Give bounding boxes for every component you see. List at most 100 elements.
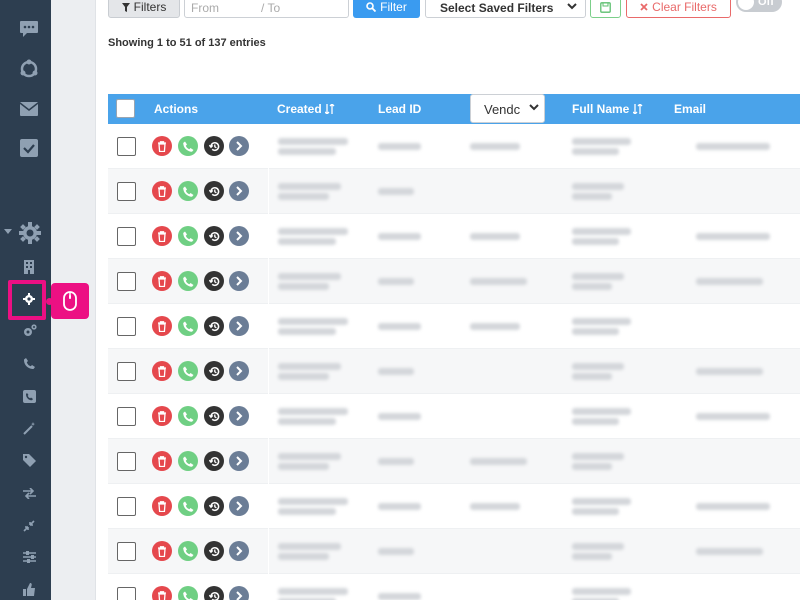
row-checkbox[interactable] [117, 362, 136, 381]
history-button[interactable] [204, 136, 224, 156]
open-lead-button[interactable] [229, 586, 249, 600]
building-icon[interactable] [24, 260, 34, 274]
row-checkbox[interactable] [117, 182, 136, 201]
delete-lead-button[interactable] [152, 496, 172, 516]
thumbs-up-icon[interactable] [23, 583, 36, 596]
open-lead-button[interactable] [229, 226, 249, 246]
history-button[interactable] [204, 226, 224, 246]
delete-lead-button[interactable] [152, 226, 172, 246]
filters-button[interactable]: Filters [108, 0, 180, 18]
row-checkbox[interactable] [117, 587, 136, 600]
redacted-cell-text [572, 453, 624, 460]
history-button[interactable] [204, 496, 224, 516]
redacted-cell-text [278, 498, 348, 505]
filters-toggle[interactable]: Off [736, 0, 782, 12]
row-checkbox[interactable] [117, 272, 136, 291]
table-row [108, 124, 800, 169]
row-checkbox[interactable] [117, 452, 136, 471]
redacted-cell-text [696, 413, 770, 420]
column-header-full-name[interactable]: Full Name [572, 94, 643, 124]
delete-lead-button[interactable] [152, 316, 172, 336]
call-lead-button[interactable] [178, 316, 198, 336]
row-checkbox[interactable] [117, 317, 136, 336]
call-lead-button[interactable] [178, 451, 198, 471]
date-range-input[interactable]: From / To [184, 0, 349, 18]
call-lead-button[interactable] [178, 181, 198, 201]
phone-icon[interactable] [24, 358, 35, 369]
vendor-filter-select[interactable]: Vendc [470, 94, 545, 123]
call-lead-button[interactable] [178, 226, 198, 246]
saved-filters-select[interactable]: Select Saved Filters [425, 0, 586, 18]
history-button[interactable] [204, 586, 224, 600]
column-header-lead-id[interactable]: Lead ID [378, 94, 421, 124]
history-button[interactable] [204, 181, 224, 201]
redacted-cell-text [278, 408, 348, 415]
call-lead-button[interactable] [178, 406, 198, 426]
select-all-checkbox[interactable] [116, 99, 135, 118]
date-from-placeholder: From [191, 1, 219, 15]
delete-lead-button[interactable] [152, 406, 172, 426]
open-lead-button[interactable] [229, 496, 249, 516]
exchange-icon[interactable] [23, 488, 36, 499]
chat-icon[interactable] [19, 20, 39, 38]
phone-square-icon[interactable] [23, 390, 36, 403]
call-lead-icon [182, 321, 193, 332]
delete-lead-button[interactable] [152, 361, 172, 381]
share-icon[interactable] [19, 59, 39, 79]
open-lead-button[interactable] [229, 316, 249, 336]
delete-lead-icon [158, 230, 166, 242]
compress-icon[interactable] [23, 520, 35, 532]
clear-filters-button[interactable]: Clear Filters [626, 0, 731, 18]
delete-lead-button[interactable] [152, 271, 172, 291]
save-filter-button[interactable] [590, 0, 621, 18]
mouse-click-callout [46, 283, 89, 319]
redacted-cell-text [278, 283, 329, 290]
open-lead-button[interactable] [229, 541, 249, 561]
open-lead-button[interactable] [229, 406, 249, 426]
call-lead-button[interactable] [178, 361, 198, 381]
row-checkbox[interactable] [117, 497, 136, 516]
redacted-cell-text [572, 228, 631, 235]
delete-lead-button[interactable] [152, 586, 172, 600]
row-checkbox[interactable] [117, 137, 136, 156]
open-lead-button[interactable] [229, 361, 249, 381]
call-lead-button[interactable] [178, 271, 198, 291]
open-lead-button[interactable] [229, 136, 249, 156]
tag-icon[interactable] [23, 454, 36, 467]
call-lead-button[interactable] [178, 136, 198, 156]
mail-icon[interactable] [19, 101, 39, 117]
delete-lead-button[interactable] [152, 541, 172, 561]
history-button[interactable] [204, 361, 224, 381]
delete-lead-button[interactable] [152, 181, 172, 201]
row-checkbox[interactable] [117, 227, 136, 246]
filter-button[interactable]: Filter [353, 0, 420, 18]
row-checkbox[interactable] [117, 407, 136, 426]
history-button[interactable] [204, 316, 224, 336]
open-lead-button[interactable] [229, 451, 249, 471]
sliders-icon[interactable] [23, 551, 36, 563]
column-header-created[interactable]: Created [277, 94, 335, 124]
row-checkbox[interactable] [117, 542, 136, 561]
redacted-cell-text [378, 413, 421, 420]
call-lead-button[interactable] [178, 586, 198, 600]
call-lead-button[interactable] [178, 541, 198, 561]
redacted-cell-text [696, 278, 763, 285]
delete-lead-button[interactable] [152, 136, 172, 156]
history-button[interactable] [204, 406, 224, 426]
redacted-cell-text [470, 143, 520, 150]
history-button[interactable] [204, 271, 224, 291]
open-lead-button[interactable] [229, 271, 249, 291]
delete-lead-button[interactable] [152, 451, 172, 471]
open-lead-button[interactable] [229, 181, 249, 201]
history-button[interactable] [204, 451, 224, 471]
gear-large-icon[interactable] [19, 222, 41, 244]
call-lead-icon [182, 231, 193, 242]
history-icon [208, 546, 219, 556]
delete-lead-icon [158, 185, 166, 197]
column-header-email[interactable]: Email [674, 94, 706, 124]
history-button[interactable] [204, 541, 224, 561]
inbox-icon[interactable] [19, 138, 39, 158]
call-lead-button[interactable] [178, 496, 198, 516]
gears-icon[interactable] [23, 324, 37, 338]
magic-wand-icon[interactable] [23, 422, 36, 435]
